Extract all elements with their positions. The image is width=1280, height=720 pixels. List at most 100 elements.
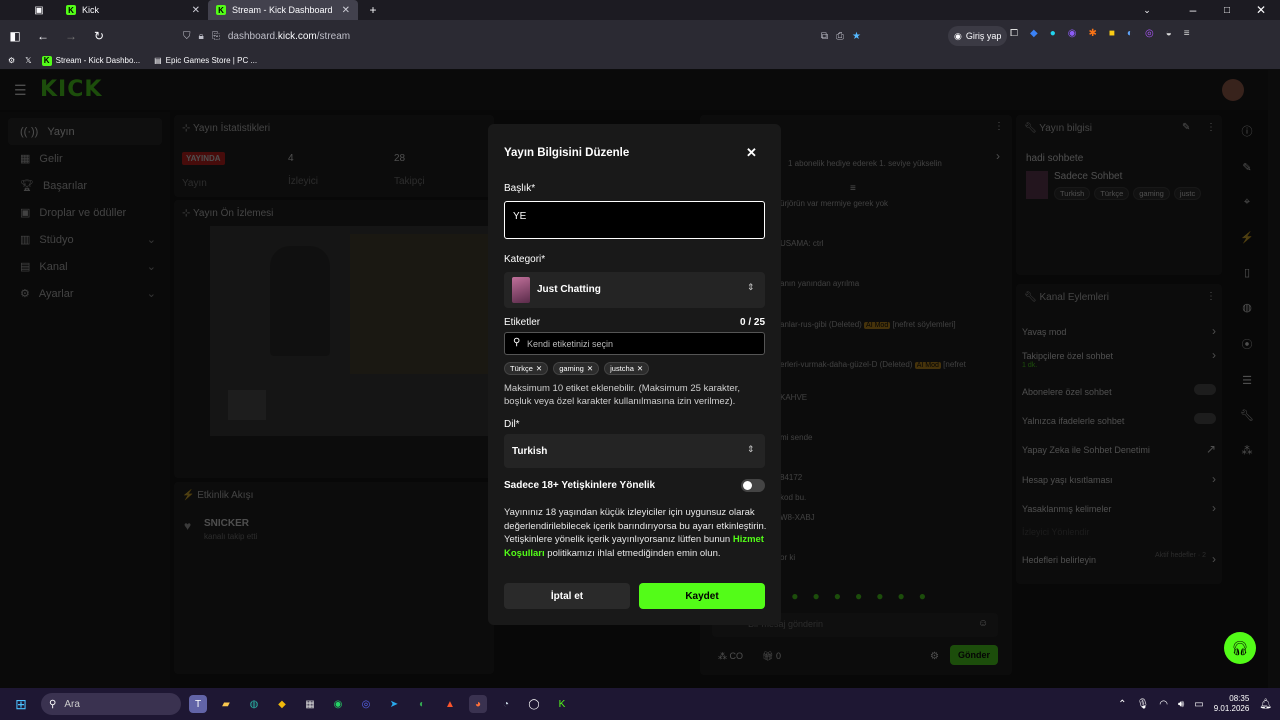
close-tab-icon[interactable]: ✕ [192, 5, 200, 16]
tags-input[interactable]: ⚲ Kendi etiketinizi seçin [504, 332, 765, 355]
discord-icon[interactable]: ◎ [357, 695, 375, 713]
title-input[interactable]: YE [504, 201, 765, 239]
notification-icon[interactable]: 🔔︎ [1259, 699, 1272, 710]
volume-icon[interactable]: 🔊︎ [1178, 699, 1184, 710]
login-button[interactable]: ◉ Giriş yap [948, 26, 1008, 46]
page-scrollbar[interactable] [1268, 70, 1280, 688]
category-value: Just Chatting [537, 284, 601, 295]
tag-chip[interactable]: justcha ✕ [604, 362, 650, 375]
mature-toggle[interactable] [741, 479, 765, 492]
select-arrows-icon: ⇕ [747, 444, 755, 454]
edge-icon[interactable]: ◍ [245, 695, 263, 713]
file-explorer-icon[interactable]: ▰ [217, 695, 235, 713]
bookmark-item[interactable]: K Stream - Kick Dashbo... [41, 55, 140, 66]
windows-start-icon[interactable]: ⊞ [12, 695, 30, 713]
remove-tag-icon[interactable]: ✕ [536, 364, 542, 373]
window-close-icon[interactable]: ✕ [1252, 3, 1270, 17]
tags-label: Etiketler [504, 317, 541, 328]
minimize-icon[interactable]: – [1184, 3, 1202, 17]
language-select[interactable]: Turkish ⇕ [504, 434, 765, 468]
cancel-button[interactable]: İptal et [504, 583, 630, 609]
tab-list-chevron-icon[interactable]: ⌄ [1138, 5, 1156, 16]
mature-label: Sadece 18+ Yetişkinlere Yönelik [504, 480, 656, 491]
teams-icon[interactable]: T [189, 695, 207, 713]
windows-taskbar: ⊞ ⚲ Ara T ▰ ◍ ◆ ▦ ◉ ◎ ➤ ◐ ▲ ◕ ◔ ◯ K ⌃ 🎙︎… [0, 688, 1280, 720]
microphone-icon[interactable]: 🎙︎ [1137, 699, 1150, 710]
system-tray: ⌃ 🎙︎ ◠ 🔊︎ ▭ 08:35 9.01.2026 🔔︎ [1118, 694, 1272, 714]
bookmark-label: Epic Games Store | PC ... [165, 56, 258, 65]
account-icon: ◉ [954, 30, 962, 41]
chrome-icon[interactable]: ◐ [413, 695, 431, 713]
whatsapp-icon[interactable]: ◉ [329, 695, 347, 713]
extension-icon[interactable]: ◒ [1166, 28, 1172, 39]
tag-chip[interactable]: gaming ✕ [553, 362, 600, 375]
save-button[interactable]: Kaydet [639, 583, 765, 609]
extension-icon[interactable]: ■ [1109, 28, 1115, 39]
extension-icon[interactable]: ◐ [1127, 28, 1133, 39]
battery-icon[interactable]: ▭ [1194, 699, 1203, 710]
tags-hint: Maksimum 10 etiket eklenebilir. (Maksimu… [504, 383, 740, 407]
kick-favicon-icon: K [216, 5, 226, 15]
modal-title: Yayın Bilgisini Düzenle [504, 147, 630, 159]
extension-icon[interactable]: ● [1050, 28, 1056, 39]
brave-icon[interactable]: ▲ [441, 695, 459, 713]
back-icon[interactable]: ← [34, 29, 52, 43]
extension-icon[interactable]: ◉ [1068, 28, 1077, 39]
binance-icon[interactable]: ◆ [273, 695, 291, 713]
forward-icon[interactable]: → [62, 29, 80, 43]
cancel-label: İptal et [550, 590, 584, 602]
maximize-icon[interactable]: □ [1218, 5, 1236, 16]
obs-icon[interactable]: ◯ [525, 695, 543, 713]
taskbar-search[interactable]: ⚲ Ara [41, 693, 181, 715]
x-icon[interactable]: 𝕏 [25, 56, 31, 65]
language-value: Turkish [512, 446, 548, 457]
menu-icon[interactable]: ≡ [1184, 28, 1190, 39]
support-button[interactable]: 🎧︎ [1224, 632, 1256, 664]
kick-app-icon[interactable]: K [553, 695, 571, 713]
search-placeholder: Ara [64, 698, 80, 710]
telegram-icon[interactable]: ➤ [385, 695, 403, 713]
calculator-icon[interactable]: ▦ [301, 695, 319, 713]
chevron-up-icon[interactable]: ⌃ [1118, 699, 1126, 710]
close-tab-icon[interactable]: ✕ [342, 5, 350, 16]
url-bar[interactable]: ⛉ 🔒︎ ⎘ dashboard.kick.com/stream ⧉ ⎙ ★ [175, 24, 865, 48]
browser-tab-kick[interactable]: K Kick ✕ [58, 0, 208, 20]
steam-icon[interactable]: ◔ [497, 695, 515, 713]
category-label: Kategori* [504, 254, 546, 265]
extension-icon[interactable]: ◆ [1030, 28, 1038, 39]
login-label: Giriş yap [965, 31, 1002, 41]
shield-icon: ⛉ [183, 30, 191, 42]
selected-tags: Türkçe ✕ gaming ✕ justcha ✕ [504, 362, 650, 375]
browser-tab-dashboard[interactable]: K Stream - Kick Dashboard ✕ [208, 0, 358, 20]
category-select[interactable]: Just Chatting ⇕ [504, 272, 765, 308]
picture-in-picture-icon[interactable]: ⧉ [821, 31, 828, 42]
new-tab-icon[interactable]: + [364, 3, 382, 17]
save-label: Kaydet [685, 590, 719, 602]
bookmark-star-icon[interactable]: ★ [852, 31, 861, 42]
clock[interactable]: 08:35 9.01.2026 [1214, 694, 1250, 714]
remove-tag-icon[interactable]: ✕ [637, 364, 643, 373]
tags-input-placeholder: Kendi etiketinizi seçin [527, 339, 614, 349]
extension-toolbar: ⧠ ◆ ● ◉ ✱ ■ ◐ ◎ ◒ ≡ [1010, 28, 1190, 39]
wifi-icon[interactable]: ◠ [1159, 699, 1168, 710]
epic-games-icon: ▤ [154, 56, 162, 65]
tab-overview-icon[interactable]: ▣ [30, 5, 48, 16]
close-icon[interactable]: ✕ [746, 145, 757, 161]
extension-icon[interactable]: ✱ [1088, 28, 1096, 39]
tag-chip[interactable]: Türkçe ✕ [504, 362, 549, 375]
settings-icon[interactable]: ⚙ [8, 56, 15, 65]
select-arrows-icon: ⇕ [747, 282, 755, 292]
extension-icon[interactable]: ⧠ [1010, 28, 1018, 39]
category-thumbnail [512, 277, 530, 303]
mature-description: Yayınınız 18 yaşından küçük izleyiciler … [504, 506, 769, 560]
extension-icon[interactable]: ◎ [1145, 28, 1154, 39]
firefox-icon[interactable]: ◕ [469, 695, 487, 713]
browser-nav-bar: ◧ ← → ↻ ⛉ 🔒︎ ⎘ dashboard.kick.com/stream… [0, 20, 1280, 52]
tag-label: justcha [610, 364, 634, 373]
save-page-icon[interactable]: ⎙ [836, 31, 844, 42]
sidebar-toggle-icon[interactable]: ◧ [6, 29, 24, 43]
remove-tag-icon[interactable]: ✕ [587, 364, 593, 373]
bookmark-item[interactable]: ▤ Epic Games Store | PC ... [154, 56, 257, 65]
title-input-value: YE [513, 211, 527, 222]
reload-icon[interactable]: ↻ [90, 29, 108, 43]
